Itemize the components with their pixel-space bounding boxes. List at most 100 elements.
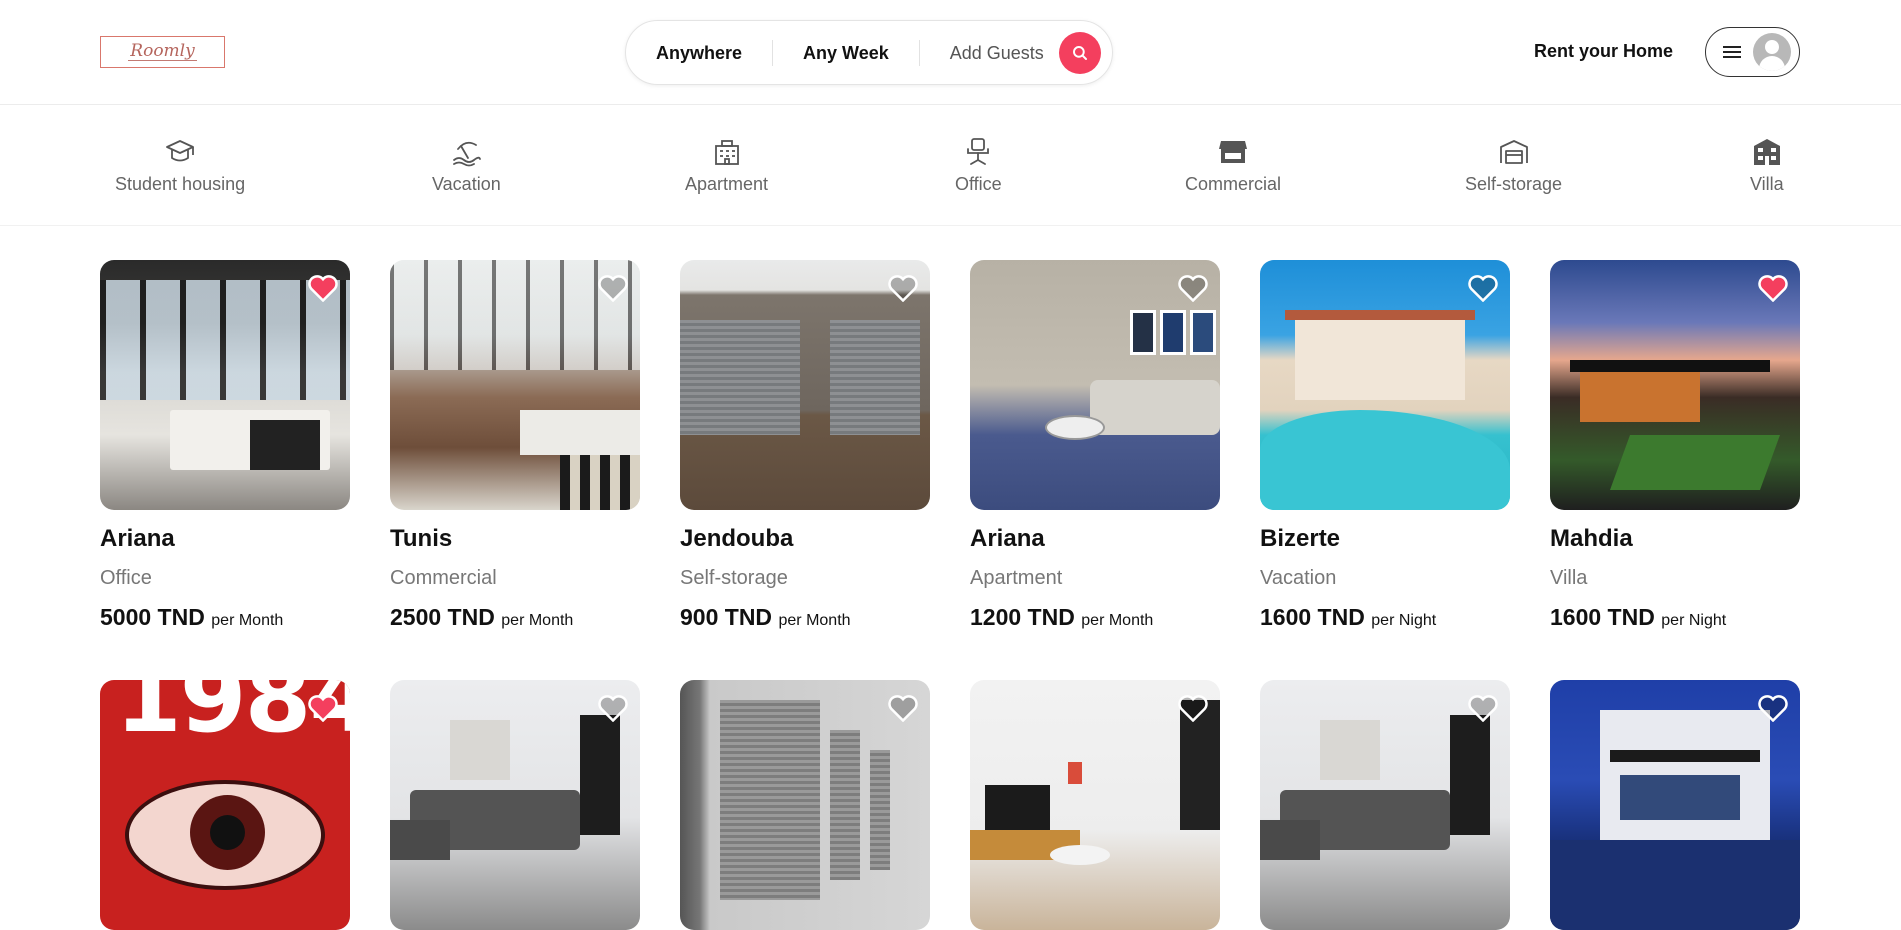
listing-image[interactable] <box>680 680 930 930</box>
graduation-cap-icon <box>166 140 194 162</box>
category-label: Office <box>955 174 1002 194</box>
listing-city: Ariana <box>970 525 1045 552</box>
listing-price: 2500 TND per Month <box>390 604 640 631</box>
heart-icon[interactable] <box>308 274 338 302</box>
heart-icon[interactable] <box>1178 694 1208 722</box>
price-period: per Night <box>1661 612 1727 629</box>
listing-city: Jendouba <box>680 525 794 552</box>
category-apartment[interactable]: Apartment <box>685 136 768 195</box>
top-navbar: Roomly Anywhere Any Week Add Guests Rent… <box>0 0 1901 105</box>
store-icon <box>1219 141 1247 163</box>
search-bar[interactable]: Anywhere Any Week Add Guests <box>625 20 1113 85</box>
listing-image[interactable] <box>1260 260 1510 510</box>
search-button[interactable] <box>1058 31 1101 74</box>
category-vacation[interactable]: Vacation <box>432 136 501 195</box>
heart-icon[interactable] <box>598 694 628 722</box>
price-amount: 1600 TND <box>1260 604 1365 630</box>
price-amount: 2500 TND <box>390 604 495 630</box>
logo-text: Roomly <box>128 41 197 61</box>
category-label: Vacation <box>432 174 501 194</box>
price-amount: 5000 TND <box>100 604 205 630</box>
category-label: Self-storage <box>1465 174 1563 194</box>
garage-icon <box>1499 140 1528 164</box>
heart-icon[interactable] <box>1758 274 1788 302</box>
beach-icon <box>453 141 482 167</box>
listing-type: Apartment <box>970 567 1063 589</box>
price-period: per Night <box>1371 612 1437 629</box>
listing-card[interactable] <box>680 680 930 930</box>
price-period: per Month <box>211 612 284 629</box>
heart-icon[interactable] <box>308 694 338 722</box>
category-villa[interactable]: Villa <box>1750 136 1784 195</box>
listing-image[interactable] <box>100 260 350 510</box>
category-student-housing[interactable]: Student housing <box>115 136 245 195</box>
price-period: per Month <box>778 612 851 629</box>
listing-card[interactable]: Ariana Apartment 1200 TND per Month <box>970 260 1220 631</box>
listing-image[interactable] <box>970 260 1220 510</box>
listing-card[interactable]: Jendouba Self-storage 900 TND per Month <box>680 260 930 631</box>
price-amount: 900 TND <box>680 604 773 630</box>
listing-city: Mahdia <box>1550 525 1633 552</box>
listing-type: Villa <box>1550 567 1588 589</box>
category-label: Student housing <box>115 174 246 194</box>
listing-price: 1200 TND per Month <box>970 604 1220 631</box>
listing-image[interactable] <box>390 680 640 930</box>
listing-image[interactable] <box>680 260 930 510</box>
office-chair-icon <box>967 138 990 165</box>
search-icon <box>1072 45 1087 60</box>
listing-price: 900 TND per Month <box>680 604 930 631</box>
listing-card[interactable] <box>970 680 1220 930</box>
listing-price: 5000 TND per Month <box>100 604 350 631</box>
listing-city: Bizerte <box>1260 525 1341 552</box>
listing-card[interactable] <box>1550 680 1800 930</box>
category-bar: Student housing Vacation Apartment Offic… <box>0 106 1901 226</box>
heart-icon[interactable] <box>888 694 918 722</box>
listing-image[interactable] <box>970 680 1220 930</box>
avatar-icon <box>1753 33 1791 71</box>
listing-card[interactable]: Bizerte Vacation 1600 TND per Night <box>1260 260 1510 631</box>
listing-price: 1600 TND per Night <box>1550 604 1800 631</box>
category-office[interactable]: Office <box>955 136 1002 195</box>
rent-your-home-link[interactable]: Rent your Home <box>1534 41 1673 62</box>
category-self-storage[interactable]: Self-storage <box>1465 136 1562 195</box>
listing-type: Commercial <box>390 567 497 589</box>
listing-price: 1600 TND per Night <box>1260 604 1510 631</box>
listing-type: Vacation <box>1260 567 1337 589</box>
listing-city: Ariana <box>100 525 175 552</box>
price-period: per Month <box>1081 612 1154 629</box>
brand-logo[interactable]: Roomly <box>100 36 225 68</box>
listing-card[interactable]: Ariana Office 5000 TND per Month <box>100 260 350 631</box>
menu-icon <box>1723 46 1741 58</box>
listing-city: Tunis <box>390 525 453 552</box>
listing-card[interactable]: 1984 <box>100 680 350 930</box>
heart-icon[interactable] <box>1178 274 1208 302</box>
price-amount: 1600 TND <box>1550 604 1655 630</box>
listing-image[interactable] <box>390 260 640 510</box>
price-period: per Month <box>501 612 574 629</box>
search-dates[interactable]: Any Week <box>773 39 920 66</box>
heart-icon[interactable] <box>1468 274 1498 302</box>
listing-card[interactable] <box>1260 680 1510 930</box>
listing-card[interactable]: Mahdia Villa 1600 TND per Night <box>1550 260 1800 631</box>
listing-card[interactable]: Tunis Commercial 2500 TND per Month <box>390 260 640 631</box>
search-guests[interactable]: Add Guests <box>920 40 1059 66</box>
listing-image[interactable] <box>1550 680 1800 930</box>
user-menu-button[interactable] <box>1705 27 1800 77</box>
listing-image[interactable] <box>1260 680 1510 930</box>
price-amount: 1200 TND <box>970 604 1075 630</box>
villa-icon <box>1753 139 1780 165</box>
category-label: Apartment <box>685 174 769 194</box>
category-label: Villa <box>1750 174 1784 194</box>
listing-type: Self-storage <box>680 567 788 589</box>
listing-card[interactable] <box>390 680 640 930</box>
category-label: Commercial <box>1185 174 1282 194</box>
listing-image[interactable] <box>1550 260 1800 510</box>
search-location[interactable]: Anywhere <box>626 39 774 66</box>
heart-icon[interactable] <box>598 274 628 302</box>
heart-icon[interactable] <box>1468 694 1498 722</box>
building-icon <box>714 140 739 165</box>
category-commercial[interactable]: Commercial <box>1185 136 1281 195</box>
heart-icon[interactable] <box>1758 694 1788 722</box>
listing-image[interactable]: 1984 <box>100 680 350 930</box>
heart-icon[interactable] <box>888 274 918 302</box>
